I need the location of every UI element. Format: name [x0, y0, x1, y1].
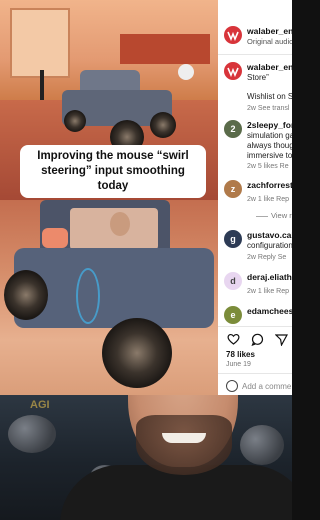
caption-avatar[interactable]	[224, 62, 242, 80]
post-date: June 19	[226, 361, 251, 368]
caption-line: Wishlist on St	[247, 92, 292, 102]
scene-sign	[178, 64, 194, 80]
heart-icon[interactable]	[226, 332, 240, 346]
scene-shelf	[120, 34, 210, 64]
comment-item: g gustavo.calve configuration 2w Reply S…	[224, 230, 292, 262]
view-replies-link[interactable]: View re	[256, 211, 292, 220]
video-player[interactable]: Improving the mouse “swirl steering” inp…	[0, 0, 218, 400]
divider	[218, 326, 292, 327]
comment-item: 2 2sleepy_for_t simulation ga always tho…	[224, 120, 292, 171]
post-actions	[226, 332, 288, 346]
presenter-smile	[162, 433, 206, 443]
swirl-indicator	[76, 268, 100, 324]
commenter-avatar[interactable]: d	[224, 272, 242, 290]
comment-text: configuration	[247, 240, 292, 250]
comments-panel: walaber_ent Original audio walaber_ent S…	[218, 0, 292, 400]
emoji-icon[interactable]	[226, 380, 238, 392]
commenter-username[interactable]: gustavo.calve	[247, 230, 292, 241]
comment-icon[interactable]	[250, 332, 264, 346]
author-avatar[interactable]	[224, 26, 242, 44]
caption-meta[interactable]: 2w See transl	[247, 104, 292, 113]
divider	[218, 54, 292, 55]
jeep-wheel	[150, 112, 176, 138]
add-comment-input[interactable]: Add a comme	[226, 380, 291, 392]
commenter-username[interactable]: edamcheese6	[247, 306, 292, 317]
comment-text: immersive to	[247, 151, 292, 161]
comment-meta[interactable]: 2w Reply Se	[247, 253, 292, 262]
commenter-avatar[interactable]: g	[224, 230, 242, 248]
scene-window	[10, 8, 70, 78]
jeep-wheel	[64, 110, 86, 132]
reply-line-icon	[256, 215, 268, 217]
jeep-wheel	[4, 270, 48, 320]
post-caption: walaber_ent Store” Wishlist on St 2w See…	[224, 62, 292, 114]
author-name[interactable]: walaber_ent	[247, 26, 292, 37]
add-comment-placeholder: Add a comme	[242, 381, 292, 391]
comment-item: e edamcheese6	[224, 306, 292, 324]
video-caption: Improving the mouse “swirl steering” inp…	[20, 145, 206, 198]
like-count[interactable]: 78 likes	[226, 350, 255, 359]
share-icon[interactable]	[274, 332, 288, 346]
comment-text: simulation ga	[247, 130, 292, 140]
scene-lamp	[40, 70, 44, 100]
caption-username[interactable]: walaber_ent	[247, 62, 292, 73]
comment-meta[interactable]: 2w 1 like Rep	[247, 195, 292, 204]
author-audio[interactable]: Original audio	[247, 37, 292, 47]
jeep-driver	[110, 212, 130, 236]
commenter-avatar[interactable]: 2	[224, 120, 242, 138]
comment-meta[interactable]: 2w 1 like Rep	[247, 287, 292, 296]
commenter-username[interactable]: deraj.eliathar	[247, 272, 292, 283]
presenter-beard	[136, 415, 232, 475]
background-text: AGI	[30, 399, 50, 411]
asteroid	[240, 425, 284, 465]
comment-item: d deraj.eliathar 2w 1 like Rep	[224, 272, 292, 296]
commenter-username[interactable]: zachforrest S	[247, 180, 292, 191]
caption-text: Store”	[247, 72, 269, 82]
comment-item: z zachforrest S 2w 1 like Rep	[224, 180, 292, 204]
comment-meta[interactable]: 2w 5 likes Re	[247, 162, 292, 171]
jeep-seat	[42, 228, 68, 248]
walaber-logo-icon	[227, 67, 239, 77]
asteroid	[8, 415, 56, 453]
post-header[interactable]: walaber_ent Original audio	[224, 26, 292, 46]
commenter-avatar[interactable]: e	[224, 306, 242, 324]
webcam-overlay: AGI	[0, 395, 292, 520]
walaber-logo-icon	[227, 31, 239, 41]
jeep-wheel	[102, 318, 172, 388]
commenter-username[interactable]: 2sleepy_for_t	[247, 120, 292, 131]
divider	[218, 373, 292, 374]
comment-text: always thoug	[247, 141, 292, 151]
commenter-avatar[interactable]: z	[224, 180, 242, 198]
